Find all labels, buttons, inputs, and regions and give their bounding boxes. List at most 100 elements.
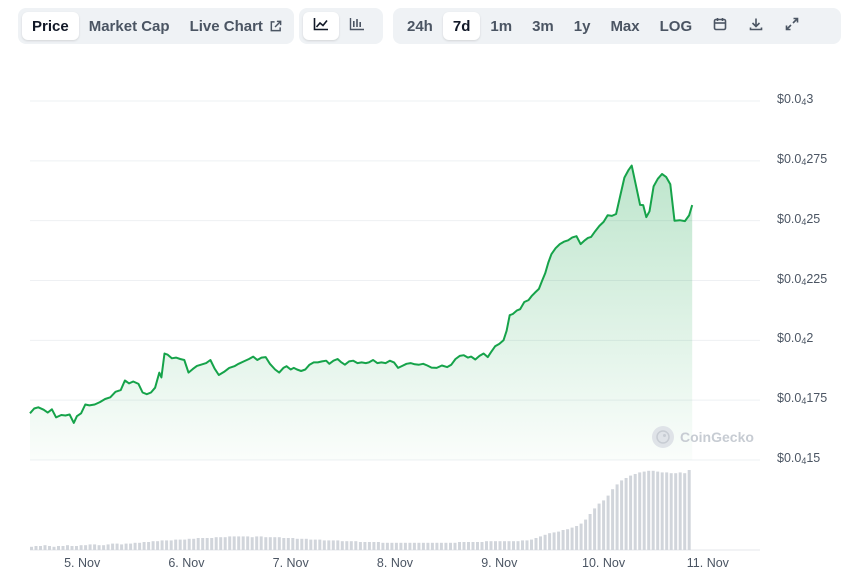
volume-bar (611, 489, 615, 550)
volume-bar (196, 538, 200, 550)
volume-bar (358, 542, 362, 550)
volume-bar (75, 546, 78, 550)
volume-bar (674, 473, 678, 550)
volume-bar (376, 542, 380, 550)
volume-bar (394, 542, 398, 550)
y-tick-label: $0.04225 (777, 271, 828, 287)
volume-bar (84, 545, 88, 550)
volume-bar (111, 543, 115, 550)
x-tick-label: 9. Nov (481, 556, 518, 570)
volume-bar (584, 519, 588, 550)
volume-bar (498, 541, 502, 550)
y-tick-label: $0.0425 (777, 211, 821, 227)
volume-bar (304, 538, 308, 550)
volume-bar (444, 542, 448, 550)
volume-bar (629, 475, 633, 550)
volume-bar (259, 536, 263, 550)
volume-bar (318, 539, 322, 550)
volume-bar (120, 544, 124, 550)
volume-bar (286, 538, 290, 550)
volume-bar (295, 538, 299, 550)
x-tick-label: 7. Nov (272, 556, 309, 570)
volume-bar (678, 472, 682, 550)
volume-bar (48, 546, 51, 550)
volume-bar (385, 542, 389, 550)
volume-bar (651, 470, 655, 550)
volume-bar (151, 541, 155, 550)
volume-bar (165, 540, 169, 550)
volume-bar (223, 537, 227, 550)
volume-bar (115, 543, 119, 550)
x-tick-label: 11. Nov (686, 556, 729, 570)
volume-bar (106, 544, 110, 550)
volume-bar (237, 536, 241, 550)
volume-bar (588, 514, 592, 550)
watermark-text: CoinGecko (680, 429, 754, 445)
volume-bar (507, 541, 511, 550)
volume-bar (530, 539, 533, 550)
volume-bar (34, 546, 38, 550)
volume-bar (354, 541, 358, 550)
volume-bar (606, 495, 610, 550)
x-tick-label: 5. Nov (64, 556, 101, 570)
volume-bar (390, 542, 394, 550)
volume-bar (169, 540, 173, 550)
coingecko-logo-icon (652, 426, 674, 448)
volume-bar (485, 541, 488, 550)
volume-bar (593, 508, 597, 550)
y-tick-label: $0.042 (777, 331, 814, 347)
volume-bar (399, 542, 403, 550)
volume-bar (417, 542, 421, 550)
volume-bar (273, 537, 277, 550)
volume-bar (97, 545, 101, 550)
volume-bar (79, 545, 83, 550)
volume-bar (647, 470, 651, 550)
volume-bar (277, 537, 281, 550)
volume-bar (205, 538, 209, 550)
volume-bar (602, 500, 606, 550)
volume-bar (340, 541, 344, 550)
volume-bar (241, 536, 245, 550)
x-tick-label: 10. Nov (582, 556, 626, 570)
volume-bar (66, 545, 69, 550)
volume-bar (575, 526, 579, 550)
volume-bar (489, 541, 493, 550)
x-tick-label: 6. Nov (168, 556, 205, 570)
volume-bar (656, 471, 660, 550)
price-chart (29, 100, 760, 551)
volume-bar (300, 538, 304, 550)
volume-bar (268, 537, 272, 550)
volume-bar (561, 530, 565, 550)
volume-bar (349, 541, 353, 550)
volume-bar (597, 503, 601, 550)
volume-bar (512, 541, 515, 550)
volume-bar (557, 531, 561, 550)
volume-bar (421, 542, 425, 550)
volume-bar (264, 537, 268, 550)
volume-bar (142, 542, 146, 550)
volume-bar (228, 536, 232, 550)
volume-bar (214, 537, 218, 550)
volume-bar (156, 541, 160, 550)
coingecko-watermark: CoinGecko (652, 426, 754, 448)
volume-bar (458, 542, 461, 550)
volume-bar (430, 542, 434, 550)
volume-bar (183, 539, 187, 550)
volume-bar (412, 542, 416, 550)
volume-bar (525, 540, 529, 550)
volume-bar (178, 539, 182, 550)
volume-bar (372, 542, 376, 550)
volume-bars (30, 470, 691, 550)
volume-bar (250, 537, 254, 550)
volume-bar (534, 538, 538, 550)
volume-bar (367, 542, 371, 550)
volume-bar (61, 546, 65, 550)
y-tick-label: $0.0415 (777, 451, 821, 466)
volume-bar (30, 546, 33, 550)
volume-bar (579, 523, 583, 550)
volume-bar (426, 542, 430, 550)
volume-bar (187, 538, 191, 550)
volume-bar (88, 544, 92, 550)
volume-bar (57, 546, 60, 550)
volume-bar (503, 541, 506, 550)
